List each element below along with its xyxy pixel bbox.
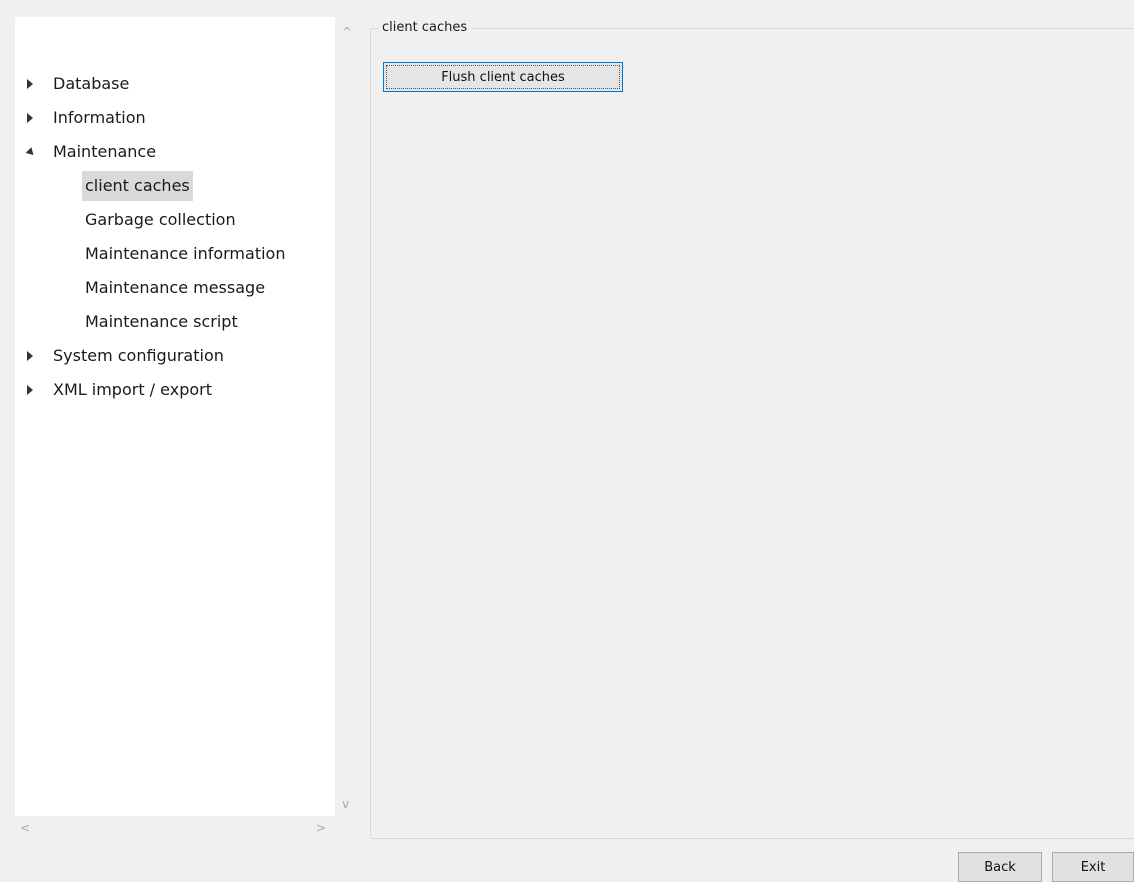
tree-item-label: Database xyxy=(53,74,130,93)
scroll-left-icon[interactable]: < xyxy=(20,822,30,834)
scroll-up-icon[interactable]: ^ xyxy=(342,26,352,38)
tree-item-label: Garbage collection xyxy=(85,210,236,229)
flush-button-label: Flush client caches xyxy=(386,65,620,89)
navigation-tree[interactable]: Database Information Maintenance client … xyxy=(15,17,335,816)
back-button[interactable]: Back xyxy=(958,852,1042,882)
expand-arrow-icon[interactable] xyxy=(27,67,39,101)
expand-arrow-icon[interactable] xyxy=(27,101,39,135)
tree-item-label: Maintenance message xyxy=(85,278,266,297)
tree-item-label: Maintenance script xyxy=(85,312,238,331)
expand-arrow-icon[interactable] xyxy=(27,339,39,373)
collapse-arrow-icon[interactable] xyxy=(25,135,39,169)
expand-arrow-icon[interactable] xyxy=(27,373,39,407)
tree-item-label: Maintenance xyxy=(53,142,157,161)
tree-item-label: System configuration xyxy=(53,346,224,365)
client-caches-groupbox xyxy=(370,28,1134,839)
exit-button[interactable]: Exit xyxy=(1052,852,1134,882)
scroll-down-icon[interactable]: v xyxy=(342,798,349,810)
groupbox-title: client caches xyxy=(378,19,472,37)
flush-client-caches-button[interactable]: Flush client caches xyxy=(383,62,623,92)
tree-item-label: XML import / export xyxy=(53,380,212,399)
tree-item-label: Maintenance information xyxy=(85,244,286,263)
tree-item-label: client caches xyxy=(82,171,193,201)
tree-item-label: Information xyxy=(53,108,146,127)
scroll-right-icon[interactable]: > xyxy=(316,822,326,834)
